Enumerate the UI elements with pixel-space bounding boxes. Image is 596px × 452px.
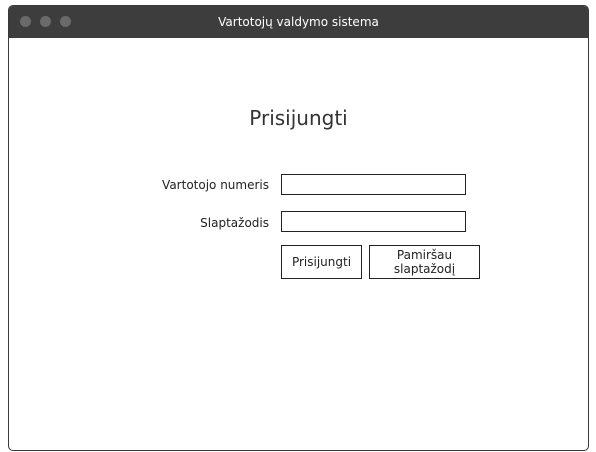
password-label: Slaptažodis: [200, 216, 269, 230]
user-number-input[interactable]: [281, 174, 466, 195]
title-bar: Vartotojų valdymo sistema: [9, 6, 588, 38]
password-input[interactable]: [281, 211, 466, 232]
forgot-password-button[interactable]: Pamiršau slaptažodį: [369, 245, 480, 279]
window-title: Vartotojų valdymo sistema: [218, 15, 379, 29]
user-number-label: Vartotojo numeris: [162, 178, 269, 192]
login-button[interactable]: Prisijungti: [281, 245, 362, 279]
login-heading: Prisijungti: [249, 106, 348, 130]
app-window: Vartotojų valdymo sistema Prisijungti Va…: [8, 5, 589, 451]
